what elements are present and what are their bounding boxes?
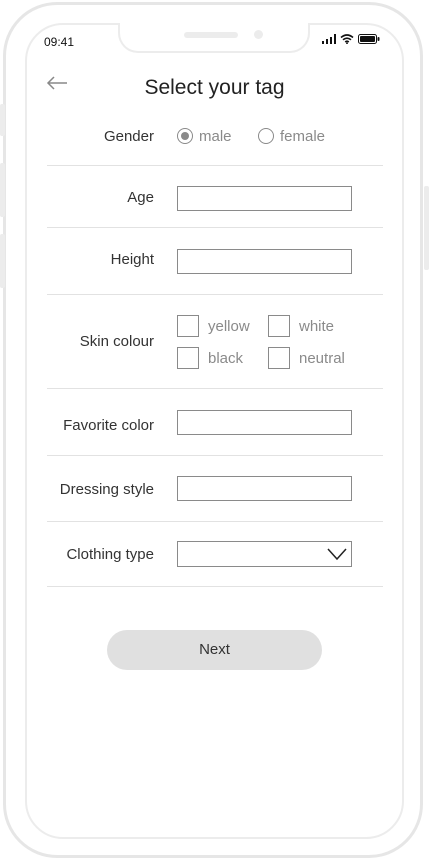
skin-black-checkbox[interactable] <box>177 347 199 369</box>
status-time: 09:41 <box>44 35 75 49</box>
height-label: Height <box>110 251 154 268</box>
skin-neutral-checkbox[interactable] <box>268 347 290 369</box>
gender-female-label[interactable]: female <box>280 128 325 145</box>
radio-selected-dot <box>181 132 189 140</box>
skin-white-checkbox[interactable] <box>268 315 290 337</box>
divider <box>47 294 383 295</box>
phone-notch <box>118 23 310 53</box>
dressing-style-input[interactable] <box>177 476 352 501</box>
volume-down-button <box>0 234 5 288</box>
divider <box>47 455 383 456</box>
speaker-grille <box>184 32 238 38</box>
divider <box>47 227 383 228</box>
divider <box>47 521 383 522</box>
favorite-color-input[interactable] <box>177 410 352 435</box>
gender-female-radio[interactable] <box>258 128 274 144</box>
age-label: Age <box>127 189 154 206</box>
next-button[interactable]: Next <box>107 630 322 670</box>
clothing-type-label: Clothing type <box>66 546 154 563</box>
screen: 09:41 Select your tag Gender male female <box>0 0 429 862</box>
favorite-color-label: Favorite color <box>63 417 154 434</box>
divider <box>47 388 383 389</box>
skin-white-label[interactable]: white <box>299 318 334 335</box>
page-title: Select your tag <box>144 76 285 99</box>
age-input[interactable] <box>177 186 352 211</box>
wifi-icon <box>340 34 354 44</box>
skin-yellow-checkbox[interactable] <box>177 315 199 337</box>
gender-label: Gender <box>103 128 154 145</box>
power-button <box>424 186 429 270</box>
divider <box>47 165 383 166</box>
front-camera <box>254 30 263 39</box>
signal-icon <box>322 34 336 44</box>
divider <box>47 586 383 587</box>
chevron-down-icon <box>327 548 347 561</box>
dressing-style-label: Dressing style <box>59 481 154 498</box>
skin-yellow-label[interactable]: yellow <box>208 318 250 335</box>
skin-colour-label: Skin colour <box>79 333 154 350</box>
skin-neutral-label[interactable]: neutral <box>299 350 345 367</box>
volume-up-button <box>0 163 5 217</box>
skin-black-label[interactable]: black <box>208 350 243 367</box>
clothing-type-select[interactable] <box>177 541 352 567</box>
battery-icon <box>358 34 380 44</box>
gender-male-label[interactable]: male <box>199 128 232 145</box>
gender-male-radio[interactable] <box>177 128 193 144</box>
mute-switch <box>0 104 5 136</box>
status-icons <box>322 34 380 44</box>
height-input[interactable] <box>177 249 352 274</box>
